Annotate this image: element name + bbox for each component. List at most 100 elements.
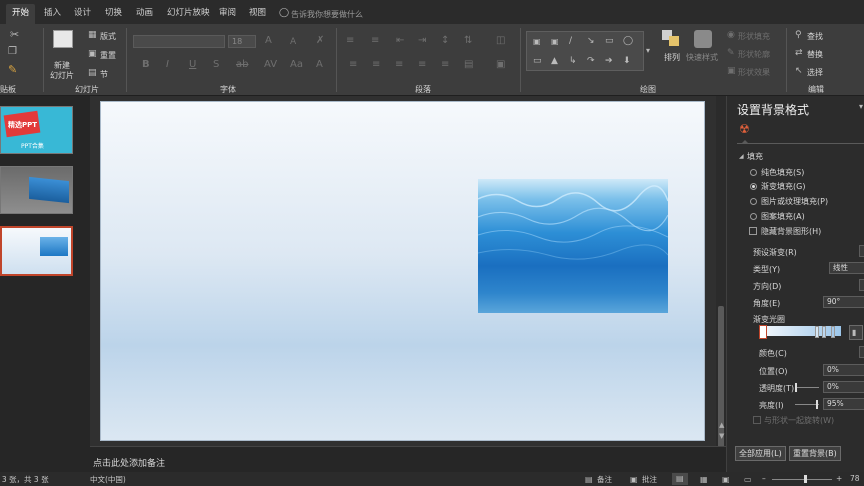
notes-toggle[interactable]: 备注: [597, 474, 612, 485]
text-direction-icon[interactable]: ⇅: [464, 36, 472, 46]
gradient-stop-3[interactable]: [822, 326, 826, 338]
arrow-line-icon[interactable]: ↘: [587, 36, 595, 46]
increase-indent-icon[interactable]: ⇥: [418, 36, 426, 46]
copy-icon[interactable]: ❐: [8, 47, 17, 57]
gradient-stop-4[interactable]: [831, 326, 835, 338]
tab-review[interactable]: 审阅: [213, 4, 242, 24]
slide-thumbnail-3-selected[interactable]: [0, 226, 73, 276]
zoom-out-button[interactable]: –: [762, 474, 766, 483]
decrease-indent-icon[interactable]: ⇤: [396, 36, 404, 46]
oval-shape-icon[interactable]: ◯: [623, 36, 633, 46]
justify-icon[interactable]: ≡: [418, 60, 426, 70]
collapse-fill-icon[interactable]: ◢: [739, 152, 744, 162]
picture-fill-label[interactable]: 图片或纹理填充(P): [761, 196, 828, 207]
reading-view-icon[interactable]: ▣: [722, 475, 730, 485]
strikethrough-icon[interactable]: ab: [236, 60, 248, 70]
reset-background-button[interactable]: 重置背景(B): [789, 446, 841, 461]
tab-home[interactable]: 开始: [6, 4, 36, 24]
solid-fill-label[interactable]: 纯色填充(S): [761, 167, 804, 178]
pane-options-icon[interactable]: ▾: [859, 102, 863, 112]
font-name-field[interactable]: [133, 35, 225, 48]
tell-me-box[interactable]: ◯ 告诉我你想要做什么: [279, 6, 389, 20]
layout-button[interactable]: 版式: [100, 31, 116, 42]
vertical-textbox-icon[interactable]: ▣: [551, 37, 559, 47]
picture-fill-radio[interactable]: [750, 198, 757, 205]
slide-sorter-icon[interactable]: ▦: [700, 475, 708, 485]
gradient-fill-label[interactable]: 渐变填充(G): [761, 181, 805, 192]
shapes-gallery[interactable]: ▣ ▣ ∕ ↘ ▭ ◯ ▭ ▲ ↳ ↷ ➔ ⬇: [526, 31, 644, 71]
quick-styles-icon[interactable]: [694, 30, 712, 48]
brightness-field[interactable]: 95%: [823, 398, 864, 410]
format-painter-icon[interactable]: ✎: [8, 64, 17, 75]
quick-styles-button[interactable]: 快速样式: [686, 52, 718, 63]
language-status[interactable]: 中文(中国): [90, 474, 126, 485]
triangle-shape-icon[interactable]: ▲: [551, 56, 558, 66]
hide-bg-checkbox[interactable]: [749, 227, 757, 235]
tab-transitions[interactable]: 切换: [99, 4, 128, 24]
position-field[interactable]: 0%: [823, 364, 864, 376]
reset-button[interactable]: 重置: [100, 50, 116, 61]
transparency-slider-track[interactable]: [795, 387, 819, 388]
align-center-icon[interactable]: ≡: [372, 60, 380, 70]
right-arrow-shape-icon[interactable]: ➔: [605, 56, 613, 66]
normal-view-button[interactable]: ▤: [672, 473, 688, 485]
char-spacing-icon[interactable]: AV: [264, 60, 277, 70]
zoom-slider-thumb[interactable]: [804, 475, 807, 483]
transparency-slider-thumb[interactable]: [795, 383, 797, 392]
smartart-icon[interactable]: ▣: [496, 60, 505, 70]
type-dropdown[interactable]: 线性: [829, 262, 864, 274]
solid-fill-radio[interactable]: [750, 169, 757, 176]
arrange-button[interactable]: 排列: [664, 52, 680, 63]
fill-bucket-icon[interactable]: ☢: [739, 123, 750, 135]
next-slide-icon[interactable]: ▼: [719, 431, 724, 441]
slide-thumbnail-2[interactable]: [0, 166, 73, 214]
italic-icon[interactable]: I: [166, 60, 169, 70]
shape-effects-button[interactable]: 形状效果: [738, 67, 770, 78]
gradient-stop-2[interactable]: [815, 326, 819, 338]
add-gradient-stop-button[interactable]: ▮: [849, 325, 863, 340]
tab-slideshow[interactable]: 幻灯片放映: [161, 4, 216, 24]
find-button[interactable]: 查找: [807, 31, 823, 42]
rectangle-shape-icon[interactable]: ▭: [605, 36, 614, 46]
line-shape-icon[interactable]: ∕: [569, 36, 572, 46]
arrange-icon[interactable]: [662, 30, 682, 48]
underwater-picture[interactable]: [478, 179, 668, 313]
shape-outline-button[interactable]: 形状轮廓: [738, 49, 770, 60]
slide-thumbnail-1[interactable]: 精选PPT PPT合集: [0, 106, 73, 154]
brightness-slider-thumb[interactable]: [816, 400, 818, 409]
prev-slide-icon[interactable]: ▲: [719, 420, 724, 430]
fill-section-label[interactable]: 填充: [747, 151, 763, 162]
color-picker-button[interactable]: [859, 346, 864, 358]
vertical-scrollbar[interactable]: [716, 96, 726, 486]
direction-dropdown[interactable]: [859, 279, 864, 291]
zoom-slider-track[interactable]: [772, 479, 832, 480]
slide[interactable]: [100, 101, 705, 441]
shadow-icon[interactable]: S: [213, 60, 219, 70]
transparency-field[interactable]: 0%: [823, 381, 864, 393]
rounded-rect-icon[interactable]: ▭: [533, 56, 542, 66]
zoom-in-button[interactable]: +: [836, 474, 842, 483]
change-case-icon[interactable]: Aa: [290, 60, 303, 70]
gradient-stop-1-selected[interactable]: [759, 325, 767, 339]
distributed-icon[interactable]: ≡: [441, 60, 449, 70]
replace-button[interactable]: 替换: [807, 49, 823, 60]
bullets-icon[interactable]: ≡: [346, 36, 354, 46]
cut-icon[interactable]: ✂: [10, 29, 19, 40]
line-spacing-icon[interactable]: ↕: [441, 36, 449, 46]
align-right-icon[interactable]: ≡: [395, 60, 403, 70]
font-color-icon[interactable]: A: [316, 60, 323, 70]
align-left-icon[interactable]: ≡: [349, 60, 357, 70]
shrink-font-icon[interactable]: A: [290, 37, 296, 47]
comments-toggle[interactable]: 批注: [642, 474, 657, 485]
select-button[interactable]: 选择: [807, 67, 823, 78]
gallery-more-icon[interactable]: ▾: [646, 46, 650, 56]
tab-animations[interactable]: 动画: [130, 4, 159, 24]
section-button[interactable]: 节: [100, 69, 108, 80]
down-arrow-shape-icon[interactable]: ⬇: [623, 56, 631, 66]
numbering-icon[interactable]: ≡: [371, 36, 379, 46]
font-size-field[interactable]: 18: [228, 35, 256, 48]
clear-format-icon[interactable]: ✗: [316, 36, 324, 46]
textbox-shape-icon[interactable]: ▣: [533, 37, 541, 47]
preset-gradient-dropdown[interactable]: [859, 245, 864, 257]
columns-icon[interactable]: ◫: [496, 36, 505, 46]
